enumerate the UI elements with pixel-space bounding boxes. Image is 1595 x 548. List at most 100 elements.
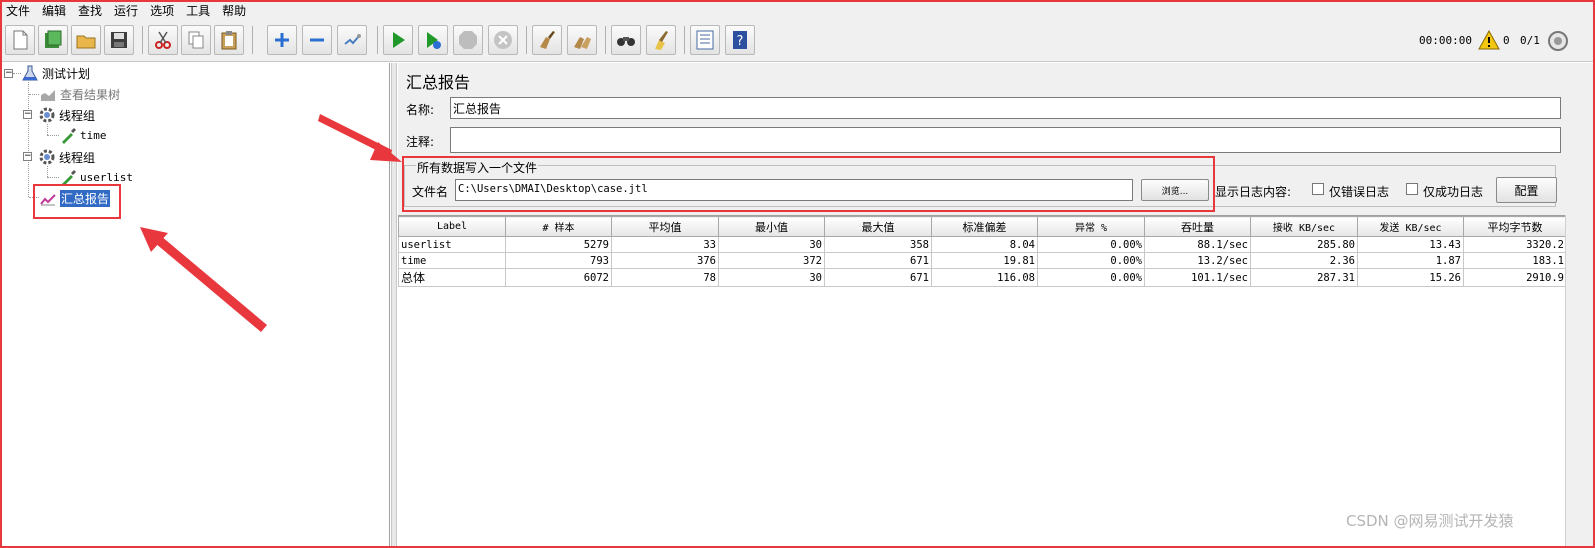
menu-help[interactable]: 帮助 [218,3,254,19]
new-icon [13,30,28,50]
tree-node-thread-group[interactable]: 线程组 [38,106,95,124]
column-header-label[interactable]: Label [398,216,506,237]
function-helper-button[interactable] [690,25,720,55]
menu-options[interactable]: 选项 [146,3,182,19]
table-cell: 30 [718,268,825,287]
cut-icon [155,31,171,49]
table-cell: 116.08 [931,268,1038,287]
menu-bar: 文件 编辑 查找 运行 选项 工具 帮助 [2,2,1593,20]
save-icon [111,32,127,48]
copy-button[interactable] [181,25,211,55]
open-button[interactable] [71,25,101,55]
results-table: Label # 样本 平均值 最小值 最大值 标准偏差 异常 % 吞吐量 接收 … [398,216,1565,287]
errors-only-label: 仅错误日志 [1329,185,1390,199]
table-cell: 0.00% [1037,268,1145,287]
cut-button[interactable] [148,25,178,55]
table-row[interactable]: 总体 6072 78 30 671 116.08 0.00% 101.1/sec… [398,268,1565,287]
menu-edit[interactable]: 编辑 [38,3,74,19]
expand-all-button[interactable] [267,25,297,55]
comment-field[interactable] [450,127,1561,153]
save-button[interactable] [104,25,134,55]
toolbar-separator [684,26,685,54]
table-cell: 101.1/sec [1144,268,1251,287]
warning-icon[interactable] [1478,30,1500,50]
table-row[interactable]: time 793 376 372 671 19.81 0.00% 13.2/se… [398,252,1565,269]
shutdown-icon [494,31,512,49]
pane-splitter[interactable] [391,63,397,546]
table-cell: time [398,252,506,269]
templates-button[interactable] [38,25,68,55]
table-cell: 0.00% [1037,236,1145,253]
help-button[interactable]: ? [725,25,755,55]
tree-node-thread-group[interactable]: 线程组 [38,148,95,166]
search-button[interactable] [611,25,641,55]
toggle-icon [344,34,361,45]
clear-all-button[interactable] [567,25,597,55]
column-header-samples[interactable]: # 样本 [505,216,612,237]
tree-node-test-plan[interactable]: 测试计划 [21,64,90,82]
column-header-average[interactable]: 平均值 [611,216,719,237]
clear-button[interactable] [532,25,562,55]
table-row[interactable]: userlist 5279 33 30 358 8.04 0.00% 88.1/… [398,236,1565,253]
paste-icon [221,31,237,50]
column-header-received-kb[interactable]: 接收 KB/sec [1250,216,1358,237]
function-helper-icon [696,30,714,50]
menu-tools[interactable]: 工具 [182,3,218,19]
menu-file[interactable]: 文件 [2,3,38,19]
start-icon [393,32,405,48]
table-cell: 78 [611,268,719,287]
menu-run[interactable]: 运行 [110,3,146,19]
tree-line [13,73,21,74]
tree-node-sampler-time[interactable]: time [59,126,107,144]
errors-only-checkbox[interactable] [1312,183,1324,195]
tree-node-label: 线程组 [59,150,96,165]
results-table-area: Label # 样本 平均值 最小值 最大值 标准偏差 异常 % 吞吐量 接收 … [398,215,1565,546]
reset-search-button[interactable] [646,25,676,55]
new-button[interactable] [5,25,35,55]
toolbar-separator [605,26,606,54]
configure-button[interactable]: 配置 [1496,177,1557,203]
collapse-all-button[interactable] [302,25,332,55]
paste-button[interactable] [214,25,244,55]
collapse-toggle[interactable]: − [23,110,32,119]
clear-all-icon [574,37,591,49]
table-cell: 8.04 [931,236,1038,253]
collapse-toggle[interactable]: − [23,152,32,161]
tree-node-view-results-tree[interactable]: 查看结果树 [39,85,120,103]
name-field[interactable]: 汇总报告 [450,97,1561,119]
table-cell: 15.26 [1357,268,1464,287]
comment-label: 注释: [406,135,435,149]
column-header-sent-kb[interactable]: 发送 KB/sec [1357,216,1464,237]
tree-node-label: 查看结果树 [60,87,121,102]
start-button[interactable] [383,25,413,55]
success-only-checkbox[interactable] [1406,183,1418,195]
toolbar-separator [252,26,253,54]
column-header-throughput[interactable]: 吞吐量 [1144,216,1251,237]
annotation-highlight-file [402,156,1215,212]
column-header-avg-bytes[interactable]: 平均字节数 [1463,216,1565,237]
collapse-toggle[interactable]: − [4,69,13,78]
column-header-error-pct[interactable]: 异常 % [1037,216,1145,237]
table-cell: 1.87 [1357,252,1464,269]
table-cell: 88.1/sec [1144,236,1251,253]
column-header-std-dev[interactable]: 标准偏差 [931,216,1038,237]
table-cell: 33 [611,236,719,253]
gear-icon [38,148,56,166]
tree-line [47,135,59,136]
toolbar: ? 00:00:00 0 0/1 [2,20,1593,62]
active-threads: 0/1 [1520,34,1540,47]
open-icon [76,35,96,49]
table-cell: 183.1 [1463,252,1565,269]
success-only-label: 仅成功日志 [1423,185,1484,199]
tree-node-label: userlist [80,170,133,184]
vertical-scrollbar[interactable] [1565,215,1593,546]
toggle-button[interactable] [337,25,367,55]
column-header-max[interactable]: 最大值 [824,216,932,237]
table-cell: 287.31 [1250,268,1358,287]
table-cell: 2.36 [1250,252,1358,269]
table-cell: 19.81 [931,252,1038,269]
column-header-min[interactable]: 最小值 [718,216,825,237]
start-no-pauses-button[interactable] [418,25,448,55]
menu-search[interactable]: 查找 [74,3,110,19]
table-cell: 372 [718,252,825,269]
